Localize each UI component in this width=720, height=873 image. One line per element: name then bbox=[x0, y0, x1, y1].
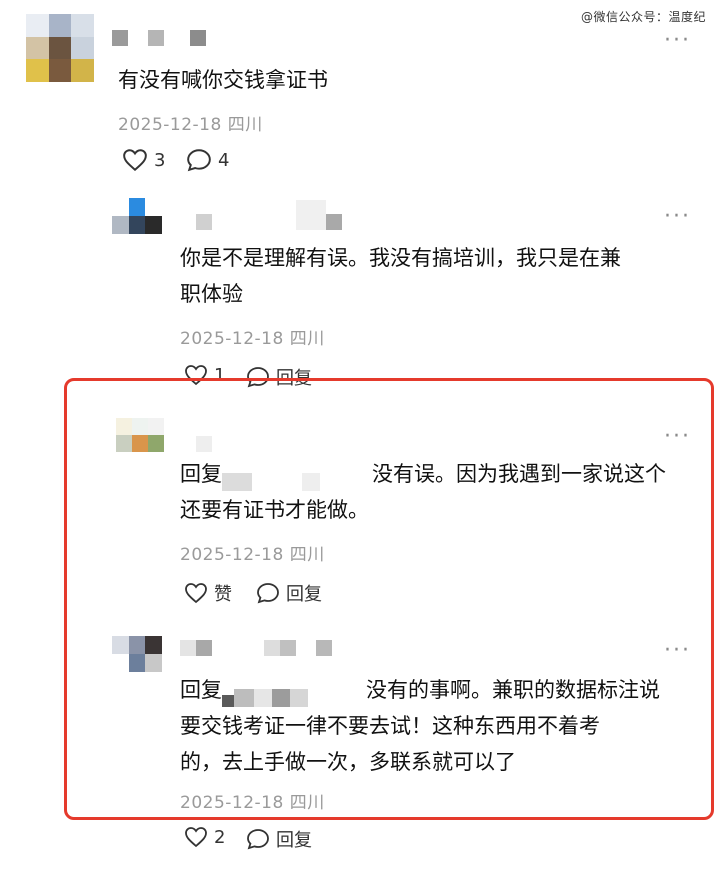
mention-blurred[interactable] bbox=[222, 682, 340, 707]
reply-button[interactable]: 回复 bbox=[256, 580, 322, 606]
comment-text-line: 职体验 bbox=[180, 282, 243, 306]
reply-button[interactable]: 回复 bbox=[246, 826, 312, 852]
like-count: 2 bbox=[214, 826, 226, 848]
comment-meta: 2025-12-18 四川 bbox=[180, 545, 325, 565]
reply-label: 回复 bbox=[286, 584, 322, 605]
speech-bubble-icon bbox=[257, 583, 279, 604]
reply-prefix: 回复 bbox=[180, 678, 222, 702]
comment-meta: 2025-12-18 四川 bbox=[118, 115, 263, 135]
speech-bubble-icon bbox=[187, 149, 211, 172]
like-label: 赞 bbox=[214, 584, 232, 605]
reply-count-button[interactable]: 4 bbox=[186, 148, 229, 172]
more-options-icon[interactable]: ··· bbox=[664, 206, 691, 228]
reply-label: 回复 bbox=[276, 830, 312, 851]
comment-text-line: 回复 没有误。因为我遇到一家说这个 bbox=[180, 456, 666, 492]
comment-text-line: 回复 没有的事啊。兼职的数据标注说 bbox=[180, 672, 660, 708]
comment-text: 你是不是理解有误。我没有搞培训，我只是在兼 职体验 bbox=[180, 240, 621, 312]
comment-text-main: 没有误。因为我遇到一家说这个 bbox=[372, 462, 666, 486]
like-button[interactable]: 赞 bbox=[184, 580, 232, 606]
avatar[interactable] bbox=[112, 636, 162, 672]
comment-text: 有没有喊你交钱拿证书 bbox=[118, 68, 328, 92]
username-blurred[interactable] bbox=[196, 200, 342, 230]
comment-text-line: 的，去上手做一次，多联系就可以了 bbox=[180, 750, 516, 774]
reply-prefix: 回复 bbox=[180, 462, 222, 486]
comment-text: 回复 没有误。因为我遇到一家说这个 还要有证书才能做。 bbox=[180, 456, 666, 528]
comment-text: 回复 没有的事啊。兼职的数据标注说 要交钱考证一律不要去试！这种东西用不着考 的，… bbox=[180, 672, 660, 780]
like-count: 3 bbox=[154, 149, 166, 171]
avatar[interactable] bbox=[26, 14, 94, 82]
username-blurred[interactable] bbox=[180, 640, 332, 656]
comment-text-line: 要交钱考证一律不要去试！这种东西用不着考 bbox=[180, 714, 600, 738]
comment-text-line: 你是不是理解有误。我没有搞培训，我只是在兼 bbox=[180, 246, 621, 270]
watermark: @微信公众号：温度纪 bbox=[580, 10, 706, 24]
username-blurred[interactable] bbox=[112, 30, 206, 46]
like-button[interactable]: 3 bbox=[122, 148, 165, 172]
comment-meta: 2025-12-18 四川 bbox=[180, 793, 325, 813]
comment-text-main: 没有的事啊。兼职的数据标注说 bbox=[366, 678, 660, 702]
like-button[interactable]: 2 bbox=[184, 826, 225, 848]
comment-text-line: 还要有证书才能做。 bbox=[180, 498, 369, 522]
more-options-icon[interactable]: ··· bbox=[664, 640, 691, 662]
avatar[interactable] bbox=[112, 198, 162, 234]
comment-meta: 2025-12-18 四川 bbox=[180, 329, 325, 349]
username-blurred[interactable] bbox=[196, 436, 212, 452]
speech-bubble-icon bbox=[247, 829, 269, 850]
reply-count: 4 bbox=[218, 149, 230, 171]
mention-blurred[interactable] bbox=[222, 466, 340, 491]
avatar[interactable] bbox=[116, 418, 164, 452]
heart-outline-icon bbox=[185, 827, 207, 848]
heart-outline-icon bbox=[185, 583, 207, 604]
heart-outline-icon bbox=[123, 149, 147, 172]
more-options-icon[interactable]: ··· bbox=[664, 30, 691, 52]
more-options-icon[interactable]: ··· bbox=[664, 426, 691, 448]
